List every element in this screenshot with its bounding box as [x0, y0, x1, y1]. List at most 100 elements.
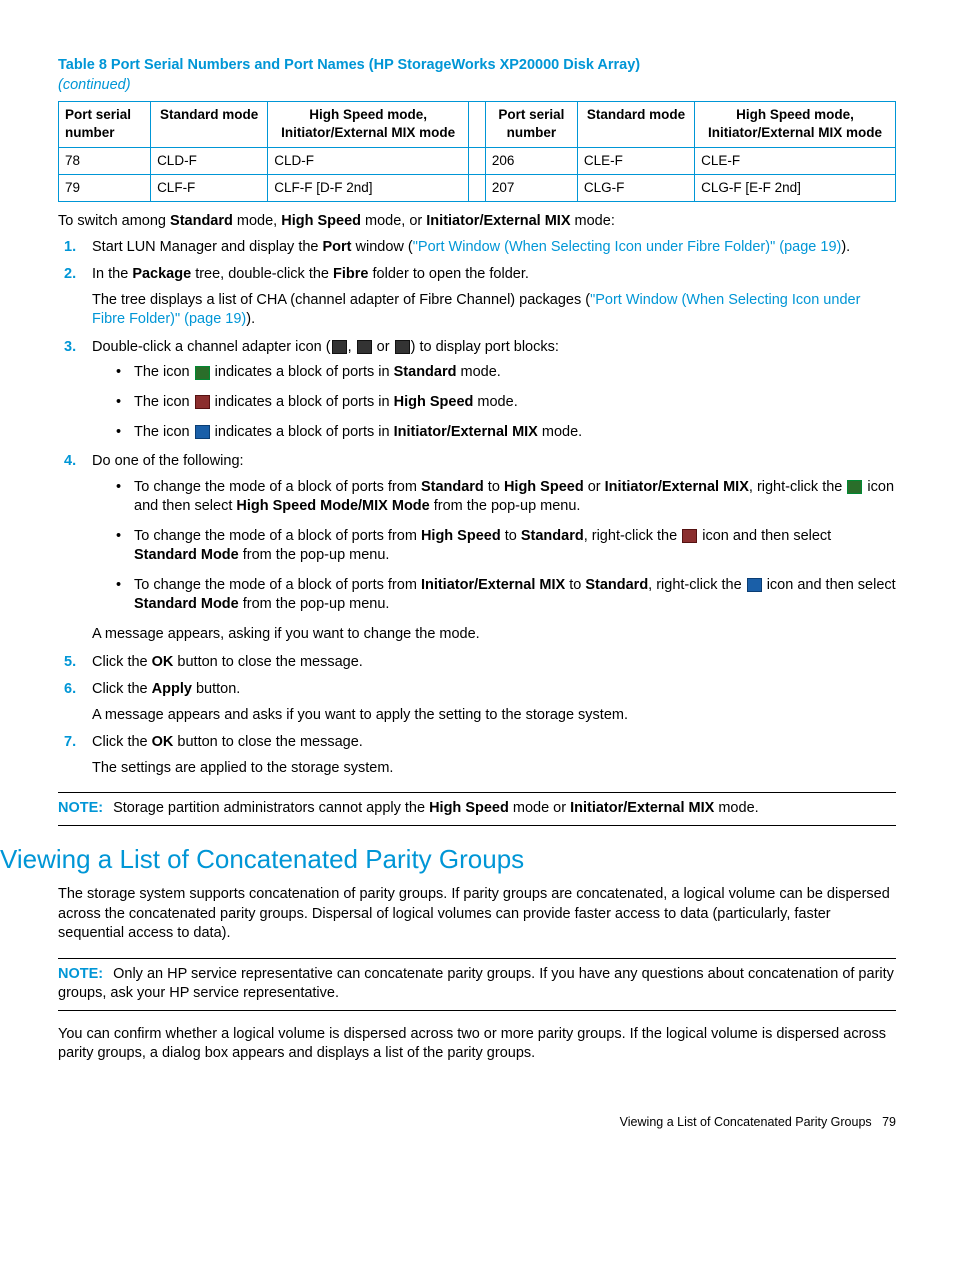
text: button to close the message. [173, 654, 362, 670]
page-footer: Viewing a List of Concatenated Parity Gr… [58, 1114, 896, 1131]
step-3: Double-click a channel adapter icon (, o… [58, 338, 896, 442]
cell: CLE-F [695, 147, 896, 174]
note-block-2: NOTE:Only an HP service representative c… [58, 958, 896, 1011]
link-port-window[interactable]: "Port Window (When Selecting Icon under … [413, 239, 842, 255]
cell: CLE-F [577, 147, 694, 174]
bold: High Speed [429, 800, 509, 816]
cell-gap [469, 147, 486, 174]
bold: OK [152, 734, 174, 750]
step-3-bullets: The icon indicates a block of ports in S… [92, 363, 896, 442]
text: ). [246, 311, 255, 327]
text: Storage partition administrators cannot … [113, 800, 429, 816]
cell: CLG-F [E-F 2nd] [695, 174, 896, 201]
bold: Initiator/External MIX [605, 479, 749, 495]
text: mode or [509, 800, 570, 816]
text: or [584, 479, 605, 495]
adapter-icon [357, 340, 372, 354]
step-4-tail: A message appears, asking if you want to… [92, 625, 896, 645]
cell: CLF-F [151, 174, 268, 201]
cell: 79 [59, 174, 151, 201]
bold: Standard Mode [134, 596, 239, 612]
text: To switch among [58, 213, 170, 229]
bold: Standard [421, 479, 484, 495]
step-5: Click the OK button to close the message… [58, 653, 896, 673]
step-2b: The tree displays a list of CHA (channel… [92, 291, 896, 330]
mix-mode-icon [747, 578, 762, 592]
mix-mode-icon [195, 425, 210, 439]
bold: Port [323, 239, 352, 255]
text: icon and then select [698, 528, 831, 544]
bullet-standard: The icon indicates a block of ports in S… [116, 363, 896, 383]
bold: High Speed [394, 394, 474, 410]
body-text: To switch among Standard mode, High Spee… [58, 212, 896, 826]
table-caption: Table 8 Port Serial Numbers and Port Nam… [58, 56, 896, 76]
text: The icon [134, 394, 194, 410]
standard-mode-icon [195, 366, 210, 380]
section-para-2: You can confirm whether a logical volume… [58, 1025, 896, 1064]
text: Only an HP service representative can co… [58, 966, 894, 1002]
text: indicates a block of ports in [211, 394, 394, 410]
text: To change the mode of a block of ports f… [134, 528, 421, 544]
cell: CLG-F [577, 174, 694, 201]
cell: CLF-F [D-F 2nd] [268, 174, 469, 201]
bold: Standard [521, 528, 584, 544]
high-speed-mode-icon [682, 529, 697, 543]
table-header-row: Port serial number Standard mode High Sp… [59, 102, 896, 147]
text: To change the mode of a block of ports f… [134, 479, 421, 495]
text: The icon [134, 364, 194, 380]
text: folder to open the folder. [368, 266, 528, 282]
text: , right-click the [584, 528, 682, 544]
text: , right-click the [749, 479, 847, 495]
note-label: NOTE: [58, 800, 103, 816]
text: from the pop-up menu. [239, 596, 390, 612]
bold: Initiator/External MIX [394, 424, 538, 440]
cell: 78 [59, 147, 151, 174]
text: Click the [92, 654, 152, 670]
bold: Package [132, 266, 191, 282]
text: window ( [352, 239, 413, 255]
text: to [501, 528, 521, 544]
bold: Initiator/External MIX [421, 577, 565, 593]
bold: Standard [170, 213, 233, 229]
text: button. [192, 681, 240, 697]
text: indicates a block of ports in [211, 364, 394, 380]
step-2a: In the Package tree, double-click the Fi… [92, 265, 896, 285]
bullet-to-standard-from-hs: To change the mode of a block of ports f… [116, 527, 896, 566]
footer-page: 79 [882, 1115, 896, 1129]
table-row: 78 CLD-F CLD-F 206 CLE-F CLE-F [59, 147, 896, 174]
text: mode: [571, 213, 615, 229]
cell: 207 [485, 174, 577, 201]
text: To change the mode of a block of ports f… [134, 577, 421, 593]
text: ). [841, 239, 850, 255]
bold: OK [152, 654, 174, 670]
text: button to close the message. [173, 734, 362, 750]
bullet-highspeed: The icon indicates a block of ports in H… [116, 393, 896, 413]
bold: Standard [394, 364, 457, 380]
cell: CLD-F [151, 147, 268, 174]
adapter-icon [395, 340, 410, 354]
step-2: In the Package tree, double-click the Fi… [58, 265, 896, 330]
high-speed-mode-icon [195, 395, 210, 409]
cell: CLD-F [268, 147, 469, 174]
th-standard-1: Standard mode [151, 102, 268, 147]
adapter-icon [332, 340, 347, 354]
text: icon and then select [763, 577, 896, 593]
bold: High Speed [281, 213, 361, 229]
text: Click the [92, 734, 152, 750]
cell: 206 [485, 147, 577, 174]
text: Double-click a channel adapter icon ( [92, 339, 331, 355]
table-row: 79 CLF-F CLF-F [D-F 2nd] 207 CLG-F CLG-F… [59, 174, 896, 201]
text: mode, or [361, 213, 426, 229]
text: In the [92, 266, 132, 282]
th-highspeed-2: High Speed mode, Initiator/External MIX … [695, 102, 896, 147]
ports-table: Port serial number Standard mode High Sp… [58, 101, 896, 202]
th-gap [469, 102, 486, 147]
th-standard-2: Standard mode [577, 102, 694, 147]
table-continued: (continued) [58, 76, 896, 96]
step-6-tail: A message appears and asks if you want t… [92, 706, 896, 726]
bold: High Speed [504, 479, 584, 495]
section-para-1: The storage system supports concatenatio… [58, 885, 896, 944]
step-7-tail: The settings are applied to the storage … [92, 759, 896, 779]
text: or [373, 339, 394, 355]
standard-mode-icon [847, 480, 862, 494]
